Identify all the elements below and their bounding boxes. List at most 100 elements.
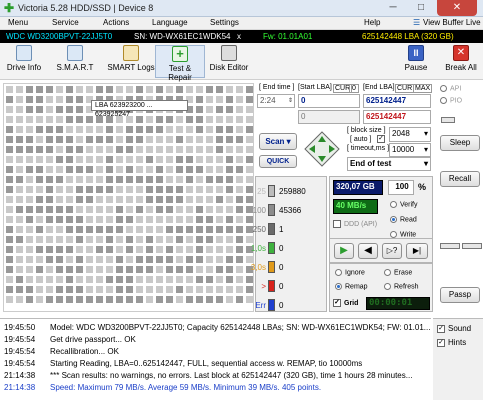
pio-option[interactable]: PIO: [440, 97, 462, 104]
end-max-button[interactable]: MAX: [413, 84, 433, 93]
sound-option[interactable]: ✓ Sound: [437, 324, 471, 333]
passp-button[interactable]: Passp: [440, 287, 480, 303]
pio-radio[interactable]: [440, 97, 447, 104]
scan-block: [126, 146, 133, 153]
ignore-option[interactable]: Ignore: [335, 269, 365, 276]
app-icon: ✚: [4, 1, 15, 15]
start-lba-current: 0: [298, 110, 360, 124]
read-option[interactable]: Read: [390, 216, 417, 223]
device-model[interactable]: WDC WD3200BPVT-22JJ5T0: [6, 32, 112, 41]
verify-radio[interactable]: [390, 201, 397, 208]
scan-block: [26, 296, 33, 303]
skip-button[interactable]: ▷?: [382, 243, 402, 259]
api-radio[interactable]: [440, 85, 447, 92]
test-repair-button[interactable]: + Test & Repair: [155, 45, 205, 82]
scan-block: [166, 266, 173, 273]
device-close-x[interactable]: x: [237, 32, 241, 41]
view-buffer-button[interactable]: View Buffer Live: [423, 18, 481, 27]
play-button[interactable]: ▶: [334, 243, 354, 259]
scan-block: [96, 196, 103, 203]
minimize-button[interactable]: ─: [381, 0, 405, 16]
start-zero-button[interactable]: 0: [349, 84, 359, 93]
scan-block: [116, 166, 123, 173]
scan-block: [86, 156, 93, 163]
end-mode-select[interactable]: End of test ▾: [347, 157, 431, 171]
scan-block: [216, 286, 223, 293]
back-button[interactable]: ◀: [358, 243, 378, 259]
end-mode-value: End of test: [350, 159, 392, 168]
disk-editor-button[interactable]: Disk Editor: [209, 45, 249, 78]
end-cur-button[interactable]: CUR: [395, 84, 415, 93]
scan-block: [76, 166, 83, 173]
menu-item-service[interactable]: Service: [52, 18, 79, 27]
erase-option[interactable]: Erase: [384, 269, 412, 276]
smart-button[interactable]: S.M.A.R.T: [54, 45, 96, 78]
scan-block: [16, 206, 23, 213]
scan-block: [236, 226, 243, 233]
verify-option[interactable]: Verify: [390, 201, 418, 208]
remap-option[interactable]: Remap: [335, 283, 368, 290]
scan-block: [66, 256, 73, 263]
skip-icon: ▷?: [386, 246, 398, 255]
scan-block: [136, 86, 143, 93]
erase-radio[interactable]: [384, 269, 391, 276]
scan-block: [86, 136, 93, 143]
api-option[interactable]: API: [440, 85, 461, 92]
navigation-pad[interactable]: [304, 131, 340, 167]
sleep-button[interactable]: Sleep: [440, 135, 480, 151]
remap-radio[interactable]: [335, 283, 342, 290]
close-button[interactable]: ✕: [437, 0, 477, 16]
scan-block: [236, 186, 243, 193]
scan-block: [186, 236, 193, 243]
hints-option[interactable]: ✓ Hints: [437, 338, 466, 347]
scan-block: [106, 296, 113, 303]
grid-checkbox[interactable]: ✓: [333, 299, 341, 307]
grid-option[interactable]: ✓ Grid: [333, 299, 358, 307]
indicator-led: [441, 117, 455, 123]
break-all-button[interactable]: ✕ Break All: [441, 45, 481, 78]
quick-button[interactable]: QUICK: [259, 155, 297, 168]
ddd-checkbox[interactable]: [333, 220, 341, 228]
scan-block: [186, 136, 193, 143]
menu-item-menu[interactable]: Menu: [8, 18, 28, 27]
end-time-field[interactable]: 2:24 ⇕: [257, 94, 295, 108]
menu-item-language[interactable]: Language: [152, 18, 188, 27]
start-lba-input[interactable]: 0: [298, 94, 360, 108]
menu-item-settings[interactable]: Settings: [210, 18, 239, 27]
scan-block: [156, 276, 163, 283]
legend-threshold: 1,0s: [250, 244, 266, 253]
auto-checkbox[interactable]: ✓: [377, 135, 385, 143]
end-button[interactable]: ▶|: [406, 243, 428, 259]
scan-block: [196, 276, 203, 283]
hints-checkbox[interactable]: ✓: [437, 338, 445, 347]
refresh-radio[interactable]: [384, 283, 391, 290]
smart-logs-button[interactable]: SMART Logs: [103, 45, 159, 78]
scan-block: [6, 146, 13, 153]
pause-icon: II: [408, 45, 424, 61]
block-size-select[interactable]: 2048 ▾: [389, 127, 431, 142]
write-radio[interactable]: [390, 231, 397, 238]
read-radio[interactable]: [390, 216, 397, 223]
refresh-option[interactable]: Refresh: [384, 283, 419, 290]
pause-button[interactable]: II Pause: [402, 45, 430, 78]
scan-block: [166, 176, 173, 183]
maximize-button[interactable]: □: [409, 0, 433, 16]
scan-block: [66, 206, 73, 213]
recall-button[interactable]: Recall: [440, 171, 480, 187]
scan-block: [226, 126, 233, 133]
sound-checkbox[interactable]: ✓: [437, 324, 445, 333]
spinner-icon[interactable]: ⇕: [288, 95, 293, 107]
log-panel[interactable]: 19:45:50 Model: WDC WD3200BPVT-22JJ5T0; C…: [0, 318, 431, 400]
scan-block: [216, 216, 223, 223]
scan-block: [186, 246, 193, 253]
menu-item-actions[interactable]: Actions: [103, 18, 129, 27]
scan-block: [216, 86, 223, 93]
scan-button[interactable]: Scan ▾: [259, 133, 297, 150]
ignore-radio[interactable]: [335, 269, 342, 276]
timeout-select[interactable]: 10000 ▾: [389, 143, 431, 157]
drive-info-button[interactable]: Drive Info: [4, 45, 44, 78]
end-lba-input[interactable]: 625142447: [363, 94, 431, 108]
scan-block: [6, 156, 13, 163]
ddd-api-option[interactable]: DDD (API): [333, 220, 377, 228]
menu-item-help[interactable]: Help: [364, 18, 380, 27]
